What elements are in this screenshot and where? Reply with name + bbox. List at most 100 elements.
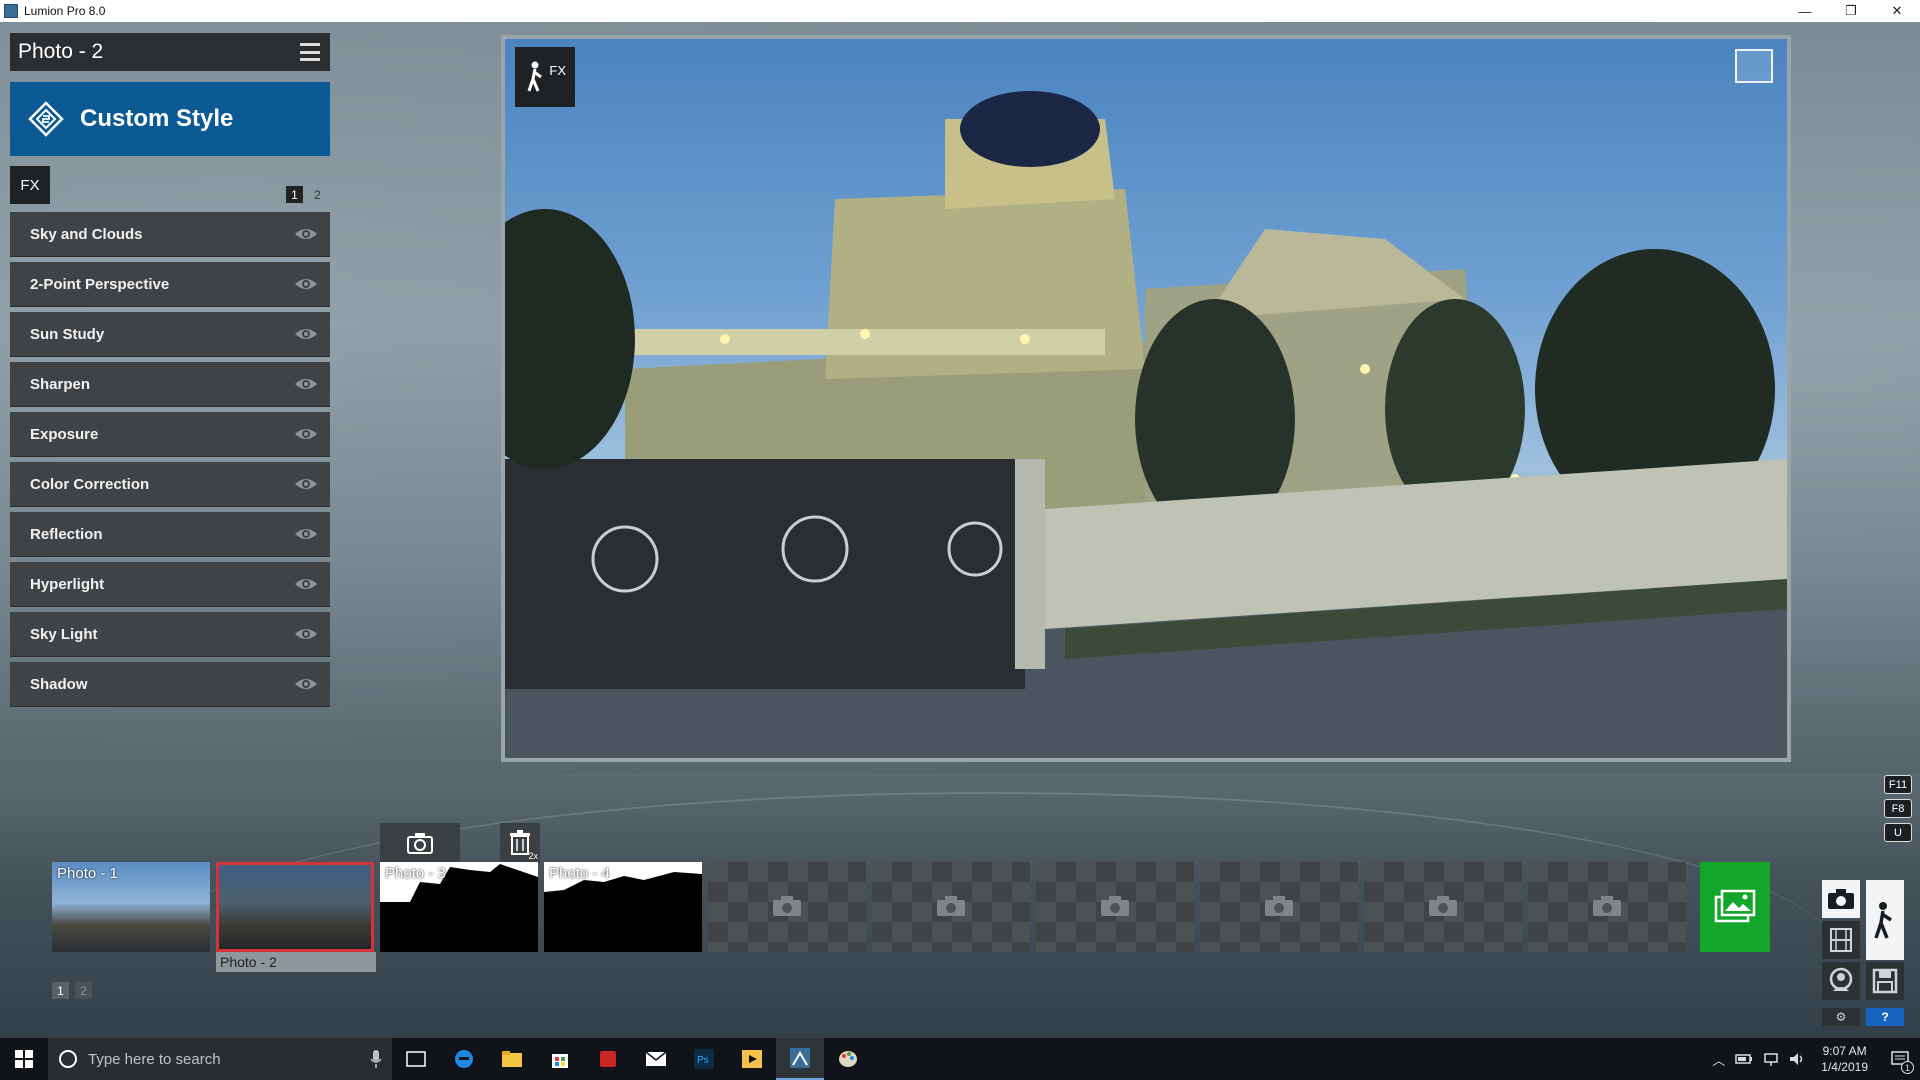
effect-exposure[interactable]: Exposure [10, 412, 330, 457]
red-app-icon [600, 1051, 616, 1067]
build-mode-button[interactable] [1866, 880, 1904, 960]
hamburger-menu-icon[interactable] [300, 43, 320, 61]
photo-name-header: Photo - 2 [10, 33, 330, 71]
photo-slot-1[interactable]: Photo - 1 [52, 862, 210, 952]
delete-photo-button[interactable]: 2x [500, 823, 540, 863]
effect-sun-study[interactable]: Sun Study [10, 312, 330, 357]
custom-style-button[interactable]: Custom Style [10, 82, 330, 156]
task-view-icon [406, 1051, 426, 1067]
taskbar-media-player[interactable] [728, 1038, 776, 1080]
effect-sky-and-clouds[interactable]: Sky and Clouds [10, 212, 330, 257]
system-tray: ︿ 9:07 AM 1/4/2019 1 [1712, 1038, 1920, 1080]
fx-tag: FX [10, 166, 50, 204]
visibility-eye-icon[interactable] [294, 426, 318, 442]
visibility-eye-icon[interactable] [294, 676, 318, 692]
battery-icon[interactable] [1735, 1052, 1753, 1066]
photo-slot-empty[interactable] [1036, 862, 1194, 952]
visibility-eye-icon[interactable] [294, 376, 318, 392]
render-photo-button[interactable] [1700, 862, 1770, 952]
fx-effects-button[interactable]: FX [515, 47, 575, 107]
taskbar-clock[interactable]: 9:07 AM 1/4/2019 [1821, 1043, 1868, 1075]
taskbar-search-box[interactable]: Type here to search [48, 1038, 392, 1080]
taskbar-paint[interactable] [824, 1038, 872, 1080]
lumion-icon [790, 1048, 810, 1068]
fx-pager: 1 2 [286, 186, 326, 203]
effect-color-correction[interactable]: Color Correction [10, 462, 330, 507]
minimize-button[interactable]: — [1782, 0, 1828, 22]
hotkey-f8[interactable]: F8 [1884, 799, 1912, 818]
fullscreen-toggle[interactable] [1735, 49, 1773, 83]
panorama-mode-button[interactable] [1822, 962, 1860, 1000]
effect-reflection[interactable]: Reflection [10, 512, 330, 557]
camera-icon [407, 833, 433, 854]
clock-date: 1/4/2019 [1821, 1060, 1868, 1074]
visibility-eye-icon[interactable] [294, 476, 318, 492]
start-button[interactable] [0, 1038, 48, 1080]
photo-mode-button[interactable] [1822, 880, 1860, 918]
effect-sharpen[interactable]: Sharpen [10, 362, 330, 407]
fx-page-2[interactable]: 2 [309, 186, 326, 203]
microphone-icon[interactable] [370, 1050, 382, 1068]
save-button[interactable] [1866, 962, 1904, 1000]
photo-slot-empty[interactable] [708, 862, 866, 952]
taskbar-lumion[interactable] [776, 1038, 824, 1080]
photo-slot-4[interactable]: Photo - 4 [544, 862, 702, 952]
movie-mode-button[interactable] [1822, 921, 1860, 959]
effect-hyperlight[interactable]: Hyperlight [10, 562, 330, 607]
visibility-eye-icon[interactable] [294, 276, 318, 292]
restore-button[interactable]: ❐ [1828, 0, 1874, 22]
photo-slot-empty[interactable] [1364, 862, 1522, 952]
take-photo-button[interactable] [380, 823, 460, 863]
action-center-button[interactable]: 1 [1880, 1038, 1920, 1080]
task-view-button[interactable] [392, 1038, 440, 1080]
photoshop-icon: Ps [694, 1049, 714, 1069]
settings-button[interactable]: ⚙ [1822, 1008, 1860, 1026]
walking-person-icon [1874, 902, 1892, 939]
visibility-eye-icon[interactable] [294, 526, 318, 542]
paint-palette-icon [839, 1051, 857, 1067]
filmstrip-page-2[interactable]: 2 [75, 982, 92, 999]
fx-page-1[interactable]: 1 [286, 186, 303, 203]
fx-badge-label: FX [549, 63, 566, 78]
taskbar-mail[interactable] [632, 1038, 680, 1080]
render-viewport[interactable]: FX [501, 35, 1791, 762]
taskbar-edge[interactable] [440, 1038, 488, 1080]
taskbar-app-red[interactable] [584, 1038, 632, 1080]
camera-placeholder-icon [1265, 896, 1293, 916]
render-images-icon [1714, 889, 1756, 923]
close-button[interactable]: ✕ [1874, 0, 1920, 22]
photo-slot-3[interactable]: Photo - 3 [380, 862, 538, 952]
store-bag-icon [552, 1054, 568, 1068]
lumion-app-icon [4, 4, 18, 18]
hotkey-f11[interactable]: F11 [1884, 775, 1912, 794]
filmstrip-page-1[interactable]: 1 [52, 982, 69, 999]
photo-slot-2-selected[interactable] [216, 862, 374, 952]
visibility-eye-icon[interactable] [294, 326, 318, 342]
help-button[interactable]: ? [1866, 1008, 1904, 1026]
folder-icon [502, 1051, 522, 1067]
effect-shadow[interactable]: Shadow [10, 662, 330, 707]
effect-sky-light[interactable]: Sky Light [10, 612, 330, 657]
hotkey-u[interactable]: U [1884, 823, 1912, 842]
effect-2-point-perspective[interactable]: 2-Point Perspective [10, 262, 330, 307]
effects-list: Sky and Clouds 2-Point Perspective Sun S… [10, 212, 330, 712]
photo-slot-empty[interactable] [1528, 862, 1686, 952]
clock-time: 9:07 AM [1822, 1044, 1867, 1058]
photo-name: Photo - 2 [18, 40, 104, 63]
effect-label: Sharpen [30, 375, 91, 393]
volume-icon[interactable] [1789, 1051, 1805, 1067]
chevron-up-icon[interactable]: ︿ [1712, 1050, 1725, 1069]
photo-slot-empty[interactable] [1200, 862, 1358, 952]
visibility-eye-icon[interactable] [294, 226, 318, 242]
taskbar-store[interactable] [536, 1038, 584, 1080]
taskbar-file-explorer[interactable] [488, 1038, 536, 1080]
effect-label: Color Correction [30, 475, 150, 493]
visibility-eye-icon[interactable] [294, 576, 318, 592]
photo-slot-empty[interactable] [872, 862, 1030, 952]
network-icon[interactable] [1763, 1051, 1779, 1067]
visibility-eye-icon[interactable] [294, 626, 318, 642]
delete-badge: 2x [528, 851, 538, 861]
photo-slot-label: Photo - 3 [385, 865, 446, 882]
cortana-circle-icon [59, 1050, 77, 1068]
taskbar-photoshop[interactable]: Ps [680, 1038, 728, 1080]
